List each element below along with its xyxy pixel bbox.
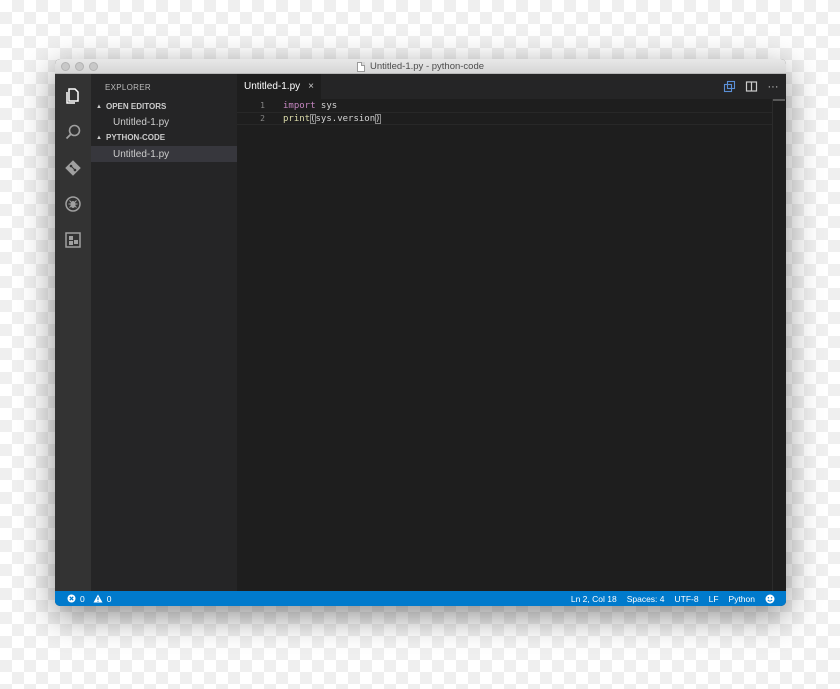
python-code-section[interactable]: ▲ PYTHON-CODE [91,130,237,145]
warning-count[interactable]: 0 [107,594,112,604]
activity-bar [55,74,91,591]
sidebar-title: EXPLORER [105,83,151,92]
editor-actions: ··· [722,74,780,99]
explorer-icon[interactable] [62,85,84,107]
error-count[interactable]: 0 [80,594,85,604]
document-icon [356,61,365,72]
chevron-down-icon: ▲ [96,103,102,110]
explorer-sidebar: EXPLORER ▲ OPEN EDITORS Untitled-1.py ▲ … [91,74,237,591]
tab-untitled-1[interactable]: Untitled-1.py × [237,74,321,99]
function-token: print [283,113,311,124]
bracket-token: ) [375,113,381,124]
vertical-scrollbar[interactable] [772,99,786,591]
folder-file-item[interactable]: Untitled-1.py [91,146,237,162]
close-icon[interactable]: × [308,81,314,92]
encoding[interactable]: UTF-8 [675,594,699,604]
code-token: sys [315,100,338,111]
error-icon[interactable] [67,594,76,603]
file-label: Untitled-1.py [113,148,170,160]
vscode-window: Untitled-1.py - python-code EXPLORER ▲ O… [55,59,786,606]
keyword-token: import [283,100,316,111]
debug-icon[interactable] [62,193,84,215]
cursor-position[interactable]: Ln 2, Col 18 [571,594,617,604]
editor-tabs-bar: Untitled-1.py × ··· [237,74,786,99]
line-number: 1 [260,101,265,110]
smiley-icon[interactable] [765,594,775,604]
file-label: Untitled-1.py [113,116,170,128]
chevron-down-icon: ▲ [96,134,102,141]
more-icon[interactable]: ··· [766,80,780,94]
code-token: sys.version [315,113,376,124]
code-editor[interactable]: 1 import sys 2 print(sys.version) [237,99,786,591]
git-icon[interactable] [62,157,84,179]
search-icon[interactable] [62,121,84,143]
language-mode[interactable]: Python [729,594,755,604]
open-changes-icon[interactable] [722,80,736,94]
section-label: OPEN EDITORS [106,102,167,111]
warning-icon[interactable] [93,594,103,603]
end-of-line[interactable]: LF [709,594,719,604]
open-editors-section[interactable]: ▲ OPEN EDITORS [91,99,237,114]
indentation[interactable]: Spaces: 4 [627,594,665,604]
title-bar: Untitled-1.py - python-code [55,59,786,74]
extensions-icon[interactable] [62,229,84,251]
split-editor-icon[interactable] [744,80,758,94]
section-label: PYTHON-CODE [106,133,166,142]
window-title: Untitled-1.py - python-code [369,61,485,72]
line-number: 2 [260,114,265,123]
status-bar: 0 0 Ln 2, Col 18 Spaces: 4 UTF-8 LF Pyth… [55,591,786,606]
code-line: 1 import sys [237,99,773,112]
open-editor-item[interactable]: Untitled-1.py [91,114,237,130]
tab-label: Untitled-1.py [244,81,301,92]
code-line-current: 2 print(sys.version) [237,112,773,125]
